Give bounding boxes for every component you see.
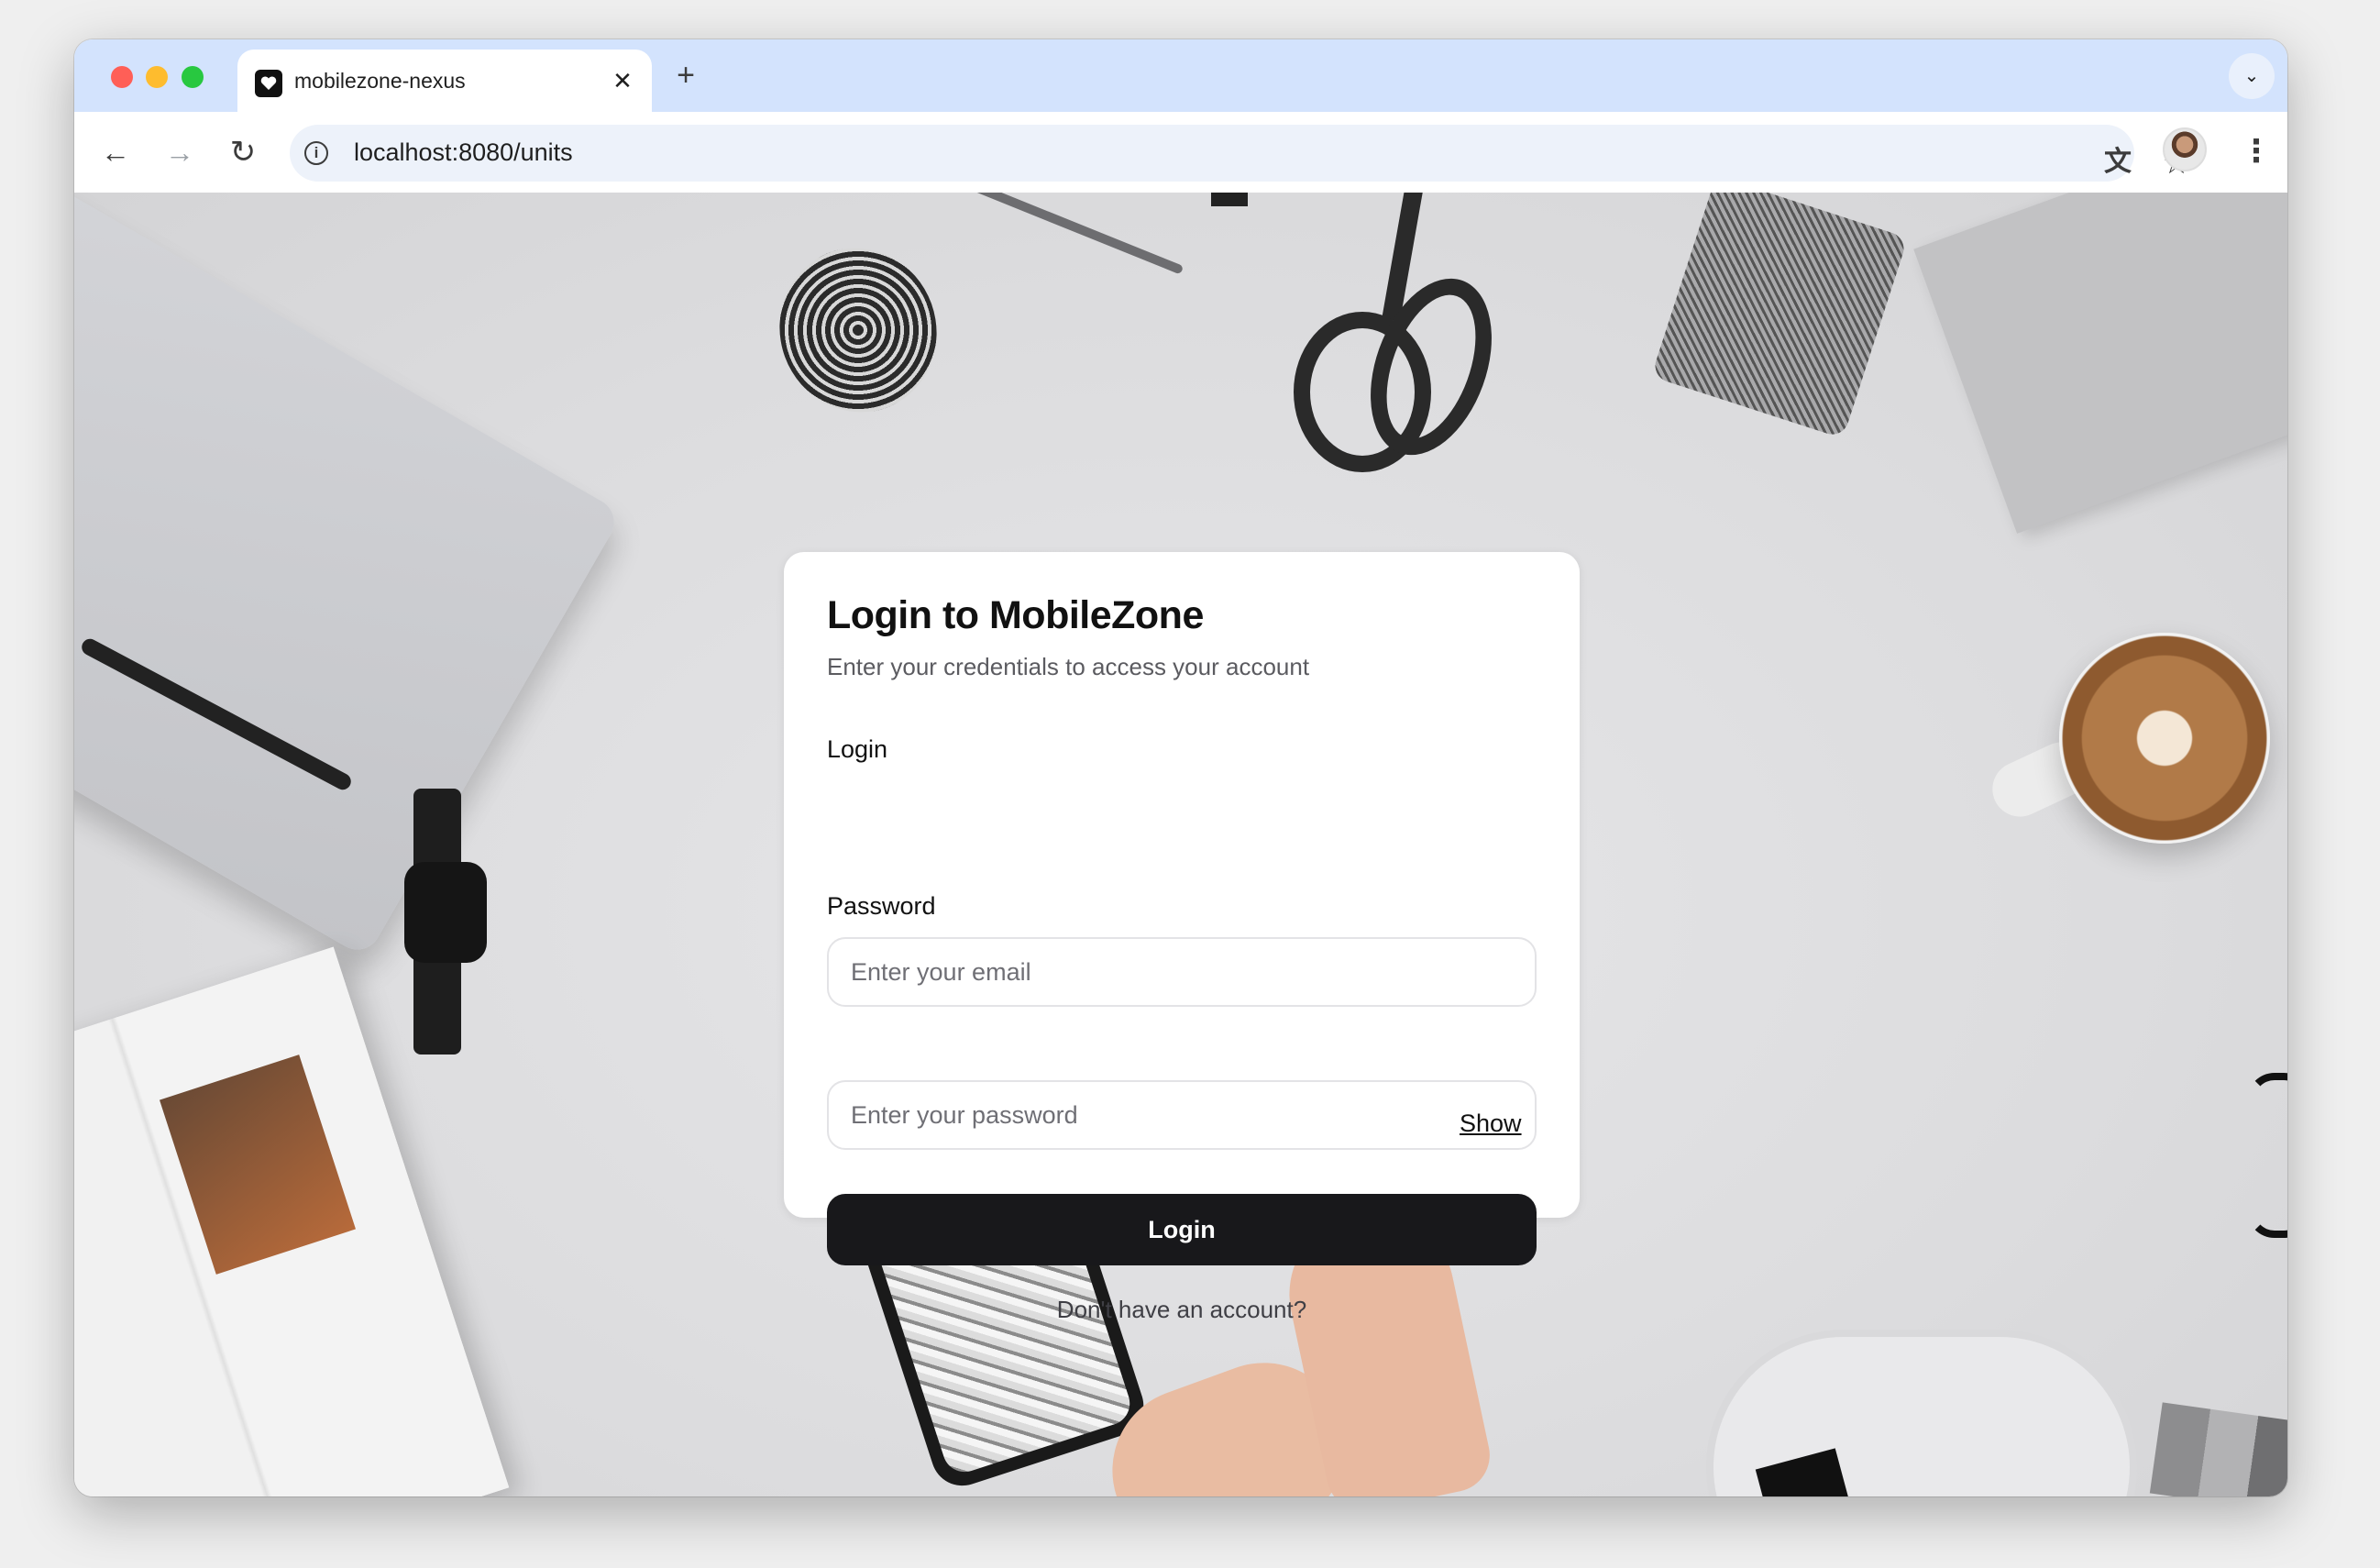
- reload-icon[interactable]: ↻: [220, 130, 266, 176]
- login-card: Login to MobileZone Enter your credentia…: [784, 552, 1580, 1323]
- close-window-button[interactable]: [111, 66, 133, 88]
- smartwatch-image: [404, 862, 487, 963]
- browser-window: mobilezone-nexus ✕ + ⌄ ← → ↻ i localhost…: [74, 39, 2287, 1496]
- coffee-cup-image: [2059, 633, 2270, 844]
- translate-icon[interactable]: 文: [2099, 144, 2137, 182]
- glasses-image: [2247, 1073, 2287, 1238]
- signup-link[interactable]: Don't have an account?: [784, 1296, 1580, 1324]
- browser-toolbar: ← → ↻ i localhost:8080/units 文 ☆ ⋮: [74, 112, 2287, 193]
- login-title: Login to MobileZone: [827, 593, 1204, 637]
- new-tab-button[interactable]: +: [667, 57, 704, 94]
- zoom-window-button[interactable]: [182, 66, 204, 88]
- login-field-label: Login: [827, 735, 888, 763]
- color-swatch-image: [2149, 1402, 2287, 1496]
- desk-object-image: [1211, 193, 1248, 206]
- notebook-image: [1913, 193, 2287, 534]
- tab-search-button[interactable]: ⌄: [2229, 53, 2275, 99]
- address-bar[interactable]: i localhost:8080/units 文 ☆: [290, 125, 2190, 182]
- login-subtitle: Enter your credentials to access your ac…: [827, 653, 1310, 680]
- url-text[interactable]: localhost:8080/units: [354, 138, 573, 167]
- heart-icon: [255, 70, 282, 97]
- profile-avatar[interactable]: [2163, 127, 2207, 171]
- tab-title: mobilezone-nexus: [294, 69, 466, 93]
- tab-mobilezone-nexus[interactable]: mobilezone-nexus ✕: [237, 50, 652, 112]
- show-password-toggle[interactable]: Show: [1460, 1110, 1522, 1138]
- laptop-background-image: [74, 193, 623, 958]
- tab-strip: mobilezone-nexus ✕ + ⌄: [74, 39, 2287, 112]
- pen-background-image: [908, 193, 1184, 275]
- pen-holder-image: [1650, 193, 1909, 439]
- login-button[interactable]: Login: [827, 1194, 1537, 1265]
- email-field[interactable]: [827, 937, 1537, 1007]
- password-field[interactable]: [827, 1080, 1537, 1150]
- kebab-menu-icon[interactable]: ⋮: [2240, 130, 2273, 174]
- page-content: Login to MobileZone Enter your credentia…: [74, 193, 2287, 1496]
- desktop: mobilezone-nexus ✕ + ⌄ ← → ↻ i localhost…: [0, 0, 2380, 1568]
- forward-arrow-icon[interactable]: →: [157, 130, 203, 176]
- site-info-icon[interactable]: i: [304, 141, 328, 165]
- minimize-window-button[interactable]: [146, 66, 168, 88]
- back-arrow-icon[interactable]: ←: [93, 130, 138, 176]
- cable-background-image: [756, 226, 960, 435]
- close-tab-icon[interactable]: ✕: [607, 65, 638, 96]
- password-field-label: Password: [827, 892, 936, 920]
